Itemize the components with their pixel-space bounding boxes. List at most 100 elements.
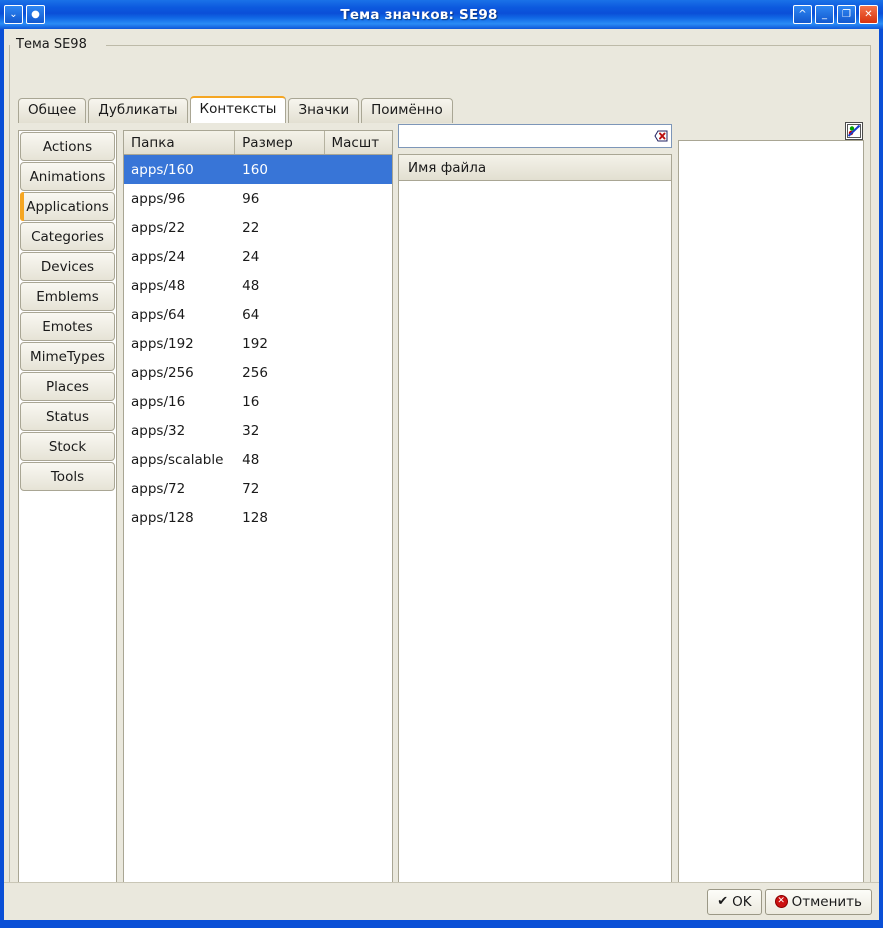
title-bar-left-buttons: ⌄ ● <box>4 5 45 24</box>
category-item-label: Actions <box>42 138 93 155</box>
category-item-label: Emotes <box>42 318 93 335</box>
column-header-size[interactable]: Размер <box>235 131 325 154</box>
table-row[interactable]: apps/24 24 <box>124 242 392 271</box>
table-row[interactable]: apps/32 32 <box>124 416 392 445</box>
folder-table-header: Папка Размер Масшт <box>124 131 392 155</box>
close-button[interactable]: ✕ <box>859 5 878 24</box>
cell-folder: apps/32 <box>131 422 186 439</box>
ok-button-label: OK <box>732 893 752 910</box>
tab-3[interactable]: Значки <box>288 98 360 123</box>
cell-folder: apps/16 <box>131 393 186 410</box>
category-item-emotes[interactable]: Emotes <box>20 312 115 341</box>
ok-button[interactable]: ✔ OK <box>707 888 762 915</box>
tab-label: Значки <box>298 102 350 119</box>
table-row[interactable]: apps/16 16 <box>124 387 392 416</box>
table-row[interactable]: apps/96 96 <box>124 184 392 213</box>
close-icon: ✕ <box>864 8 873 20</box>
category-item-devices[interactable]: Devices <box>20 252 115 281</box>
cancel-button[interactable]: ✕ Отменить <box>764 888 872 915</box>
search-input[interactable] <box>399 127 649 145</box>
cell-size: 16 <box>242 393 260 410</box>
table-row[interactable]: apps/192 192 <box>124 329 392 358</box>
cell-size: 64 <box>242 306 260 323</box>
category-item-status[interactable]: Status <box>20 402 115 431</box>
cell-folder: apps/160 <box>131 161 194 178</box>
cell-folder: apps/64 <box>131 306 186 323</box>
rollup-button[interactable]: ^ <box>793 5 812 24</box>
contexts-panel: Actions Animations Applications Categories D… <box>18 122 864 910</box>
cell-folder: apps/128 <box>131 509 194 526</box>
column-header-scale[interactable]: Масшт <box>325 131 393 154</box>
category-item-label: Emblems <box>36 288 99 305</box>
application-window: ⌄ ● Тема значков: SE98 ^ _ ❐ ✕ Тема SE98… <box>0 0 883 928</box>
table-row[interactable]: apps/128 128 <box>124 503 392 532</box>
category-item-label: Devices <box>40 258 95 275</box>
minimize-icon: _ <box>822 8 827 20</box>
tab-0[interactable]: Общее <box>18 98 87 123</box>
clear-text-icon[interactable] <box>649 128 669 144</box>
cell-size: 128 <box>242 509 268 526</box>
table-row[interactable]: apps/48 48 <box>124 271 392 300</box>
cell-folder: apps/96 <box>131 190 186 207</box>
table-row[interactable]: apps/scalable 48 <box>124 445 392 474</box>
dialog-button-bar: ✔ OK ✕ Отменить <box>4 882 879 920</box>
edit-icon-button[interactable] <box>845 122 863 140</box>
cell-size: 72 <box>242 480 260 497</box>
category-item-mimetypes[interactable]: MimeTypes <box>20 342 115 371</box>
cell-size: 24 <box>242 248 260 265</box>
category-item-emblems[interactable]: Emblems <box>20 282 115 311</box>
column-header-filename[interactable]: Имя файла <box>399 155 671 181</box>
table-row[interactable]: apps/72 72 <box>124 474 392 503</box>
search-box[interactable] <box>398 124 672 148</box>
cancel-button-label: Отменить <box>791 893 862 910</box>
maximize-button[interactable]: ❐ <box>837 5 856 24</box>
tab-1[interactable]: Дубликаты <box>88 98 188 123</box>
category-item-categories[interactable]: Categories <box>20 222 115 251</box>
cell-folder: apps/22 <box>131 219 186 236</box>
tab-bar: Общее Дубликаты Контексты Значки Поимённо <box>18 96 455 123</box>
category-item-stock[interactable]: Stock <box>20 432 115 461</box>
file-list[interactable]: Имя файла <box>398 154 672 910</box>
cell-size: 48 <box>242 451 260 468</box>
folder-table-body: apps/160 160 apps/96 96 apps/22 22 apps/24 24 ap… <box>124 155 392 532</box>
tab-label: Контексты <box>199 101 277 118</box>
category-item-applications[interactable]: Applications <box>20 192 115 221</box>
category-item-label: Stock <box>48 438 87 455</box>
window-shade-button[interactable]: ● <box>26 5 45 24</box>
category-item-actions[interactable]: Actions <box>20 132 115 161</box>
column-header-folder[interactable]: Папка <box>124 131 236 154</box>
cell-folder: apps/24 <box>131 248 186 265</box>
cell-size: 22 <box>242 219 260 236</box>
category-item-places[interactable]: Places <box>20 372 115 401</box>
tab-label: Дубликаты <box>98 102 178 119</box>
tab-label: Общее <box>28 102 77 119</box>
icon-preview-panel <box>678 122 864 910</box>
icon-preview-list[interactable] <box>678 140 864 910</box>
category-item-label: Applications <box>26 198 109 215</box>
cell-folder: apps/192 <box>131 335 194 352</box>
tab-2[interactable]: Контексты <box>189 96 287 123</box>
category-item-animations[interactable]: Animations <box>20 162 115 191</box>
folder-table[interactable]: Папка Размер Масшт apps/160 160 apps/96 96 a… <box>123 130 393 910</box>
cell-folder: apps/256 <box>131 364 194 381</box>
chevron-down-icon: ⌄ <box>9 8 18 20</box>
groupbox-title: Тема SE98 <box>14 37 91 52</box>
cell-folder: apps/scalable <box>131 451 224 468</box>
window-title: Тема значков: SE98 <box>340 6 498 23</box>
window-menu-button[interactable]: ⌄ <box>4 5 23 24</box>
cell-size: 192 <box>242 335 268 352</box>
table-row[interactable]: apps/256 256 <box>124 358 392 387</box>
dialog-client-area: Тема SE98 Общее Дубликаты Контексты Значки П… <box>4 29 879 920</box>
table-row[interactable]: apps/22 22 <box>124 213 392 242</box>
category-item-label: MimeTypes <box>30 348 105 365</box>
table-row[interactable]: apps/64 64 <box>124 300 392 329</box>
check-icon: ✔ <box>717 894 729 909</box>
category-item-tools[interactable]: Tools <box>20 462 115 491</box>
chevron-up-icon: ^ <box>798 8 807 20</box>
tab-4[interactable]: Поимённо <box>361 98 453 123</box>
category-list[interactable]: Actions Animations Applications Categories D… <box>18 130 117 910</box>
category-item-label: Places <box>46 378 89 395</box>
table-row[interactable]: apps/160 160 <box>124 155 392 184</box>
minimize-button[interactable]: _ <box>815 5 834 24</box>
cell-folder: apps/48 <box>131 277 186 294</box>
